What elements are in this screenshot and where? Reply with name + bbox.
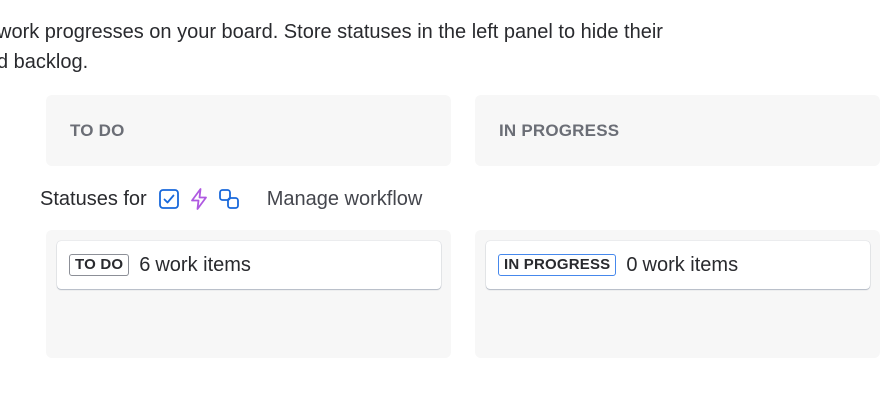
status-card-in-progress[interactable]: IN PROGRESS 0 work items — [486, 241, 870, 289]
checkbox-icon — [157, 187, 181, 211]
lightning-icon — [187, 187, 211, 211]
work-items-label: work items — [642, 253, 739, 276]
status-lane-in-progress: IN PROGRESS 0 work items — [475, 230, 880, 358]
column-header-label: IN PROGRESS — [499, 120, 620, 140]
work-item-count: 6 — [139, 253, 151, 276]
column-header-in-progress: IN PROGRESS — [475, 95, 880, 166]
statuses-row: Statuses for Manage workflow — [40, 183, 422, 215]
column-header-todo: TO DO — [46, 95, 451, 166]
column-header-label: TO DO — [70, 120, 125, 140]
description-text: work progresses on your board. Store sta… — [0, 17, 895, 77]
description-line-2: d backlog. — [0, 51, 89, 73]
status-lozenge: IN PROGRESS — [498, 254, 617, 276]
status-lane-todo: TO DO 6 work items — [46, 230, 451, 358]
subtask-icon — [217, 187, 241, 211]
work-item-count: 0 — [626, 253, 638, 276]
description-line-1: work progresses on your board. Store sta… — [0, 21, 663, 43]
status-card-todo[interactable]: TO DO 6 work items — [57, 241, 441, 289]
manage-workflow-button[interactable]: Manage workflow — [267, 188, 423, 211]
statuses-for-label: Statuses for — [40, 187, 147, 210]
status-lozenge: TO DO — [69, 254, 130, 276]
work-items-label: work items — [155, 253, 251, 276]
